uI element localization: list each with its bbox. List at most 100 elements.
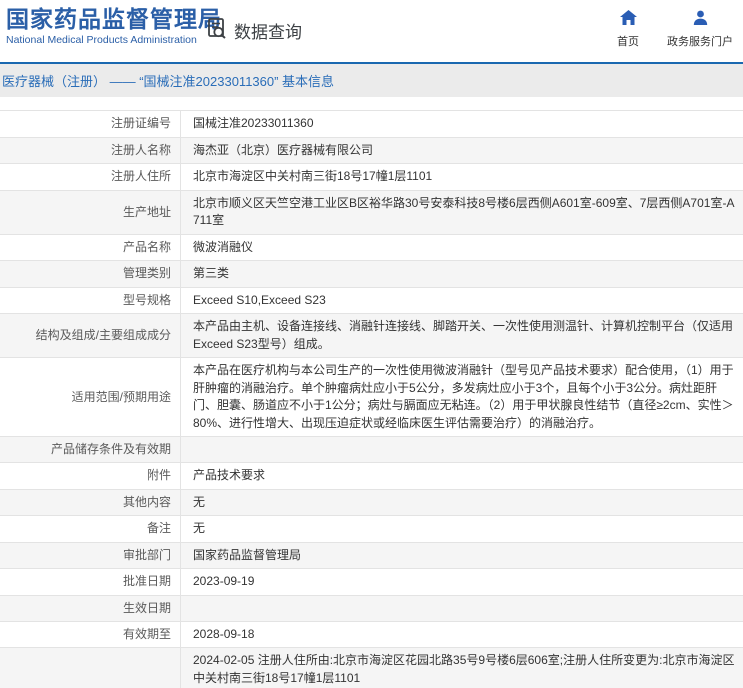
row-value-text: 本产品在医疗机构与本公司生产的一次性使用微波消融针（型号见产品技术要求）配合使用… — [193, 363, 734, 430]
row-value: 北京市顺义区天竺空港工业区B区裕华路30号安泰科技8号楼6层西侧A601室-60… — [181, 191, 743, 234]
row-value: 第三类 — [181, 261, 743, 287]
breadcrumb: 医疗器械（注册） —— “国械注准20233011360” 基本信息 — [2, 74, 335, 89]
row-label: 注册人名称 — [0, 137, 181, 163]
table-row: 生效日期 — [0, 595, 743, 622]
row-label-text: 注册证编号 — [110, 116, 171, 131]
table-row: 结构及组成/主要组成成分 本产品由主机、设备连接线、消融针连接线、脚踏开关、一次性… — [0, 314, 743, 358]
logo-title: 国家药品监督管理局 — [6, 6, 222, 32]
row-label-text: 产品名称 — [122, 239, 171, 254]
row-label-text: 生效日期 — [122, 600, 171, 615]
row-label-text: 备注 — [146, 521, 171, 536]
table-row: 适用范围/预期用途 本产品在医疗机构与本公司生产的一次性使用微波消融针（型号见产品… — [0, 358, 743, 437]
row-value: 本产品在医疗机构与本公司生产的一次性使用微波消融针（型号见产品技术要求）配合使用… — [181, 358, 743, 436]
row-label-text: 附件 — [146, 468, 171, 483]
row-label: 注册人住所 — [0, 164, 181, 190]
row-value: 国械注准20233011360 — [181, 111, 743, 137]
table-row: 产品名称 微波消融仪 — [0, 234, 743, 261]
row-label: 产品名称 — [0, 234, 181, 260]
row-value-text: 国家药品监督管理局 — [193, 547, 302, 562]
row-label: 注册证编号 — [0, 111, 181, 137]
row-value: Exceed S10,Exceed S23 — [181, 288, 743, 314]
nav-portal-label: 政务服务门户 — [667, 36, 733, 48]
row-value-text: Exceed S10,Exceed S23 — [193, 292, 326, 307]
document-search-icon — [205, 16, 229, 45]
data-query-title: 数据查询 — [234, 23, 302, 42]
row-value: 2028-09-18 — [181, 622, 743, 648]
row-label: 附件 — [0, 463, 181, 489]
row-value-text: 2028-09-18 — [193, 626, 255, 641]
row-value-text: 无 — [193, 521, 206, 535]
row-value-text: 本产品由主机、设备连接线、消融针连接线、脚踏开关、一次性使用测温针、计算机控制平… — [193, 319, 734, 351]
row-label: 有效期至 — [0, 621, 181, 647]
row-label-text: 型号规格 — [122, 292, 171, 307]
row-label-text: 生产地址 — [122, 204, 171, 219]
table-row: 产品储存条件及有效期 — [0, 437, 743, 463]
row-value: 国家药品监督管理局 — [181, 543, 743, 569]
breadcrumb-bar: 医疗器械（注册） —— “国械注准20233011360” 基本信息 — [0, 64, 743, 97]
nav-home[interactable]: 首页 — [617, 10, 639, 49]
nav-portal[interactable]: 政务服务门户 — [667, 10, 733, 49]
row-value-text: 无 — [193, 494, 206, 509]
table-row: 注册人名称 海杰亚（北京）医疗器械有限公司 — [0, 137, 743, 164]
row-label-text: 管理类别 — [122, 266, 171, 281]
row-label-text: 适用范围/预期用途 — [71, 389, 171, 404]
row-value-text: 第三类 — [193, 266, 230, 280]
info-table: 注册证编号 国械注准20233011360 注册人名称 海杰亚（北京）医疗器械有限公司… — [0, 110, 743, 688]
page: 国家药品监督管理局 National Medical Products Admi… — [0, 0, 743, 688]
table-row: 有效期至 2028-09-18 — [0, 621, 743, 648]
row-value-text: 2023-09-19 — [193, 574, 255, 588]
row-value-text: 2024-02-05 注册人住所由:北京市海淀区花园北路35号9号楼6层606室… — [193, 653, 735, 685]
row-label: 产品储存条件及有效期 — [0, 437, 181, 462]
row-value: 无 — [181, 516, 743, 542]
row-value-text: 海杰亚（北京）医疗器械有限公司 — [193, 142, 374, 157]
home-icon — [619, 10, 637, 30]
row-value-text: 产品技术要求 — [193, 468, 266, 482]
row-value: 海杰亚（北京）医疗器械有限公司 — [181, 138, 743, 164]
row-value: 北京市海淀区中关村南三街18号17幢1层1101 — [181, 164, 743, 190]
row-label: 结构及组成/主要组成成分 — [0, 314, 181, 357]
row-label: 审批部门 — [0, 542, 181, 568]
table-row: 注册人住所 北京市海淀区中关村南三街18号17幢1层1101 — [0, 164, 743, 191]
table-row: 批准日期 2023-09-19 — [0, 569, 743, 596]
row-value: 微波消融仪 — [181, 235, 743, 261]
spacer — [0, 97, 743, 110]
row-label-text: 注册人住所 — [110, 169, 171, 184]
row-label: 变更情况 — [0, 648, 181, 688]
row-value: 2024-02-05 注册人住所由:北京市海淀区花园北路35号9号楼6层606室… — [181, 648, 743, 688]
row-value-text: 国械注准20233011360 — [193, 116, 314, 130]
row-label-text: 有效期至 — [122, 626, 171, 641]
data-query-heading: 数据查询 — [205, 16, 302, 45]
table-row: 备注 无 — [0, 516, 743, 543]
row-label: 生效日期 — [0, 595, 181, 621]
nmpa-logo: 国家药品监督管理局 National Medical Products Admi… — [6, 6, 222, 46]
row-value — [181, 437, 743, 462]
user-icon — [693, 10, 708, 30]
row-value: 2023-09-19 — [181, 569, 743, 595]
row-value-text: 北京市海淀区中关村南三街18号17幢1层1101 — [193, 169, 433, 183]
row-label: 型号规格 — [0, 287, 181, 313]
row-value — [181, 596, 743, 621]
table-row: 注册证编号 国械注准20233011360 — [0, 111, 743, 138]
nav-home-label: 首页 — [617, 36, 639, 48]
table-row: 生产地址 北京市顺义区天竺空港工业区B区裕华路30号安泰科技8号楼6层西侧A601… — [0, 190, 743, 235]
table-row: 审批部门 国家药品监督管理局 — [0, 542, 743, 569]
table-row: 附件 产品技术要求 — [0, 463, 743, 490]
row-label-text: 审批部门 — [122, 547, 171, 562]
row-label-text: 注册人名称 — [110, 142, 171, 157]
row-label: 批准日期 — [0, 569, 181, 595]
site-header: 国家药品监督管理局 National Medical Products Admi… — [0, 0, 743, 62]
row-value: 产品技术要求 — [181, 463, 743, 489]
table-row: 变更情况 2024-02-05 注册人住所由:北京市海淀区花园北路35号9号楼6层… — [0, 648, 743, 688]
row-label: 管理类别 — [0, 261, 181, 287]
table-row: 型号规格 Exceed S10,Exceed S23 — [0, 287, 743, 314]
row-label: 其他内容 — [0, 489, 181, 515]
row-value: 本产品由主机、设备连接线、消融针连接线、脚踏开关、一次性使用测温针、计算机控制平… — [181, 314, 743, 357]
row-value-text: 北京市顺义区天竺空港工业区B区裕华路30号安泰科技8号楼6层西侧A601室-60… — [193, 195, 735, 228]
row-label: 备注 — [0, 516, 181, 542]
table-row: 其他内容 无 — [0, 489, 743, 516]
row-label: 适用范围/预期用途 — [0, 358, 181, 436]
row-value: 无 — [181, 490, 743, 516]
row-label-text: 结构及组成/主要组成成分 — [35, 328, 171, 342]
row-label-text: 批准日期 — [122, 574, 171, 589]
row-label: 生产地址 — [0, 190, 181, 234]
